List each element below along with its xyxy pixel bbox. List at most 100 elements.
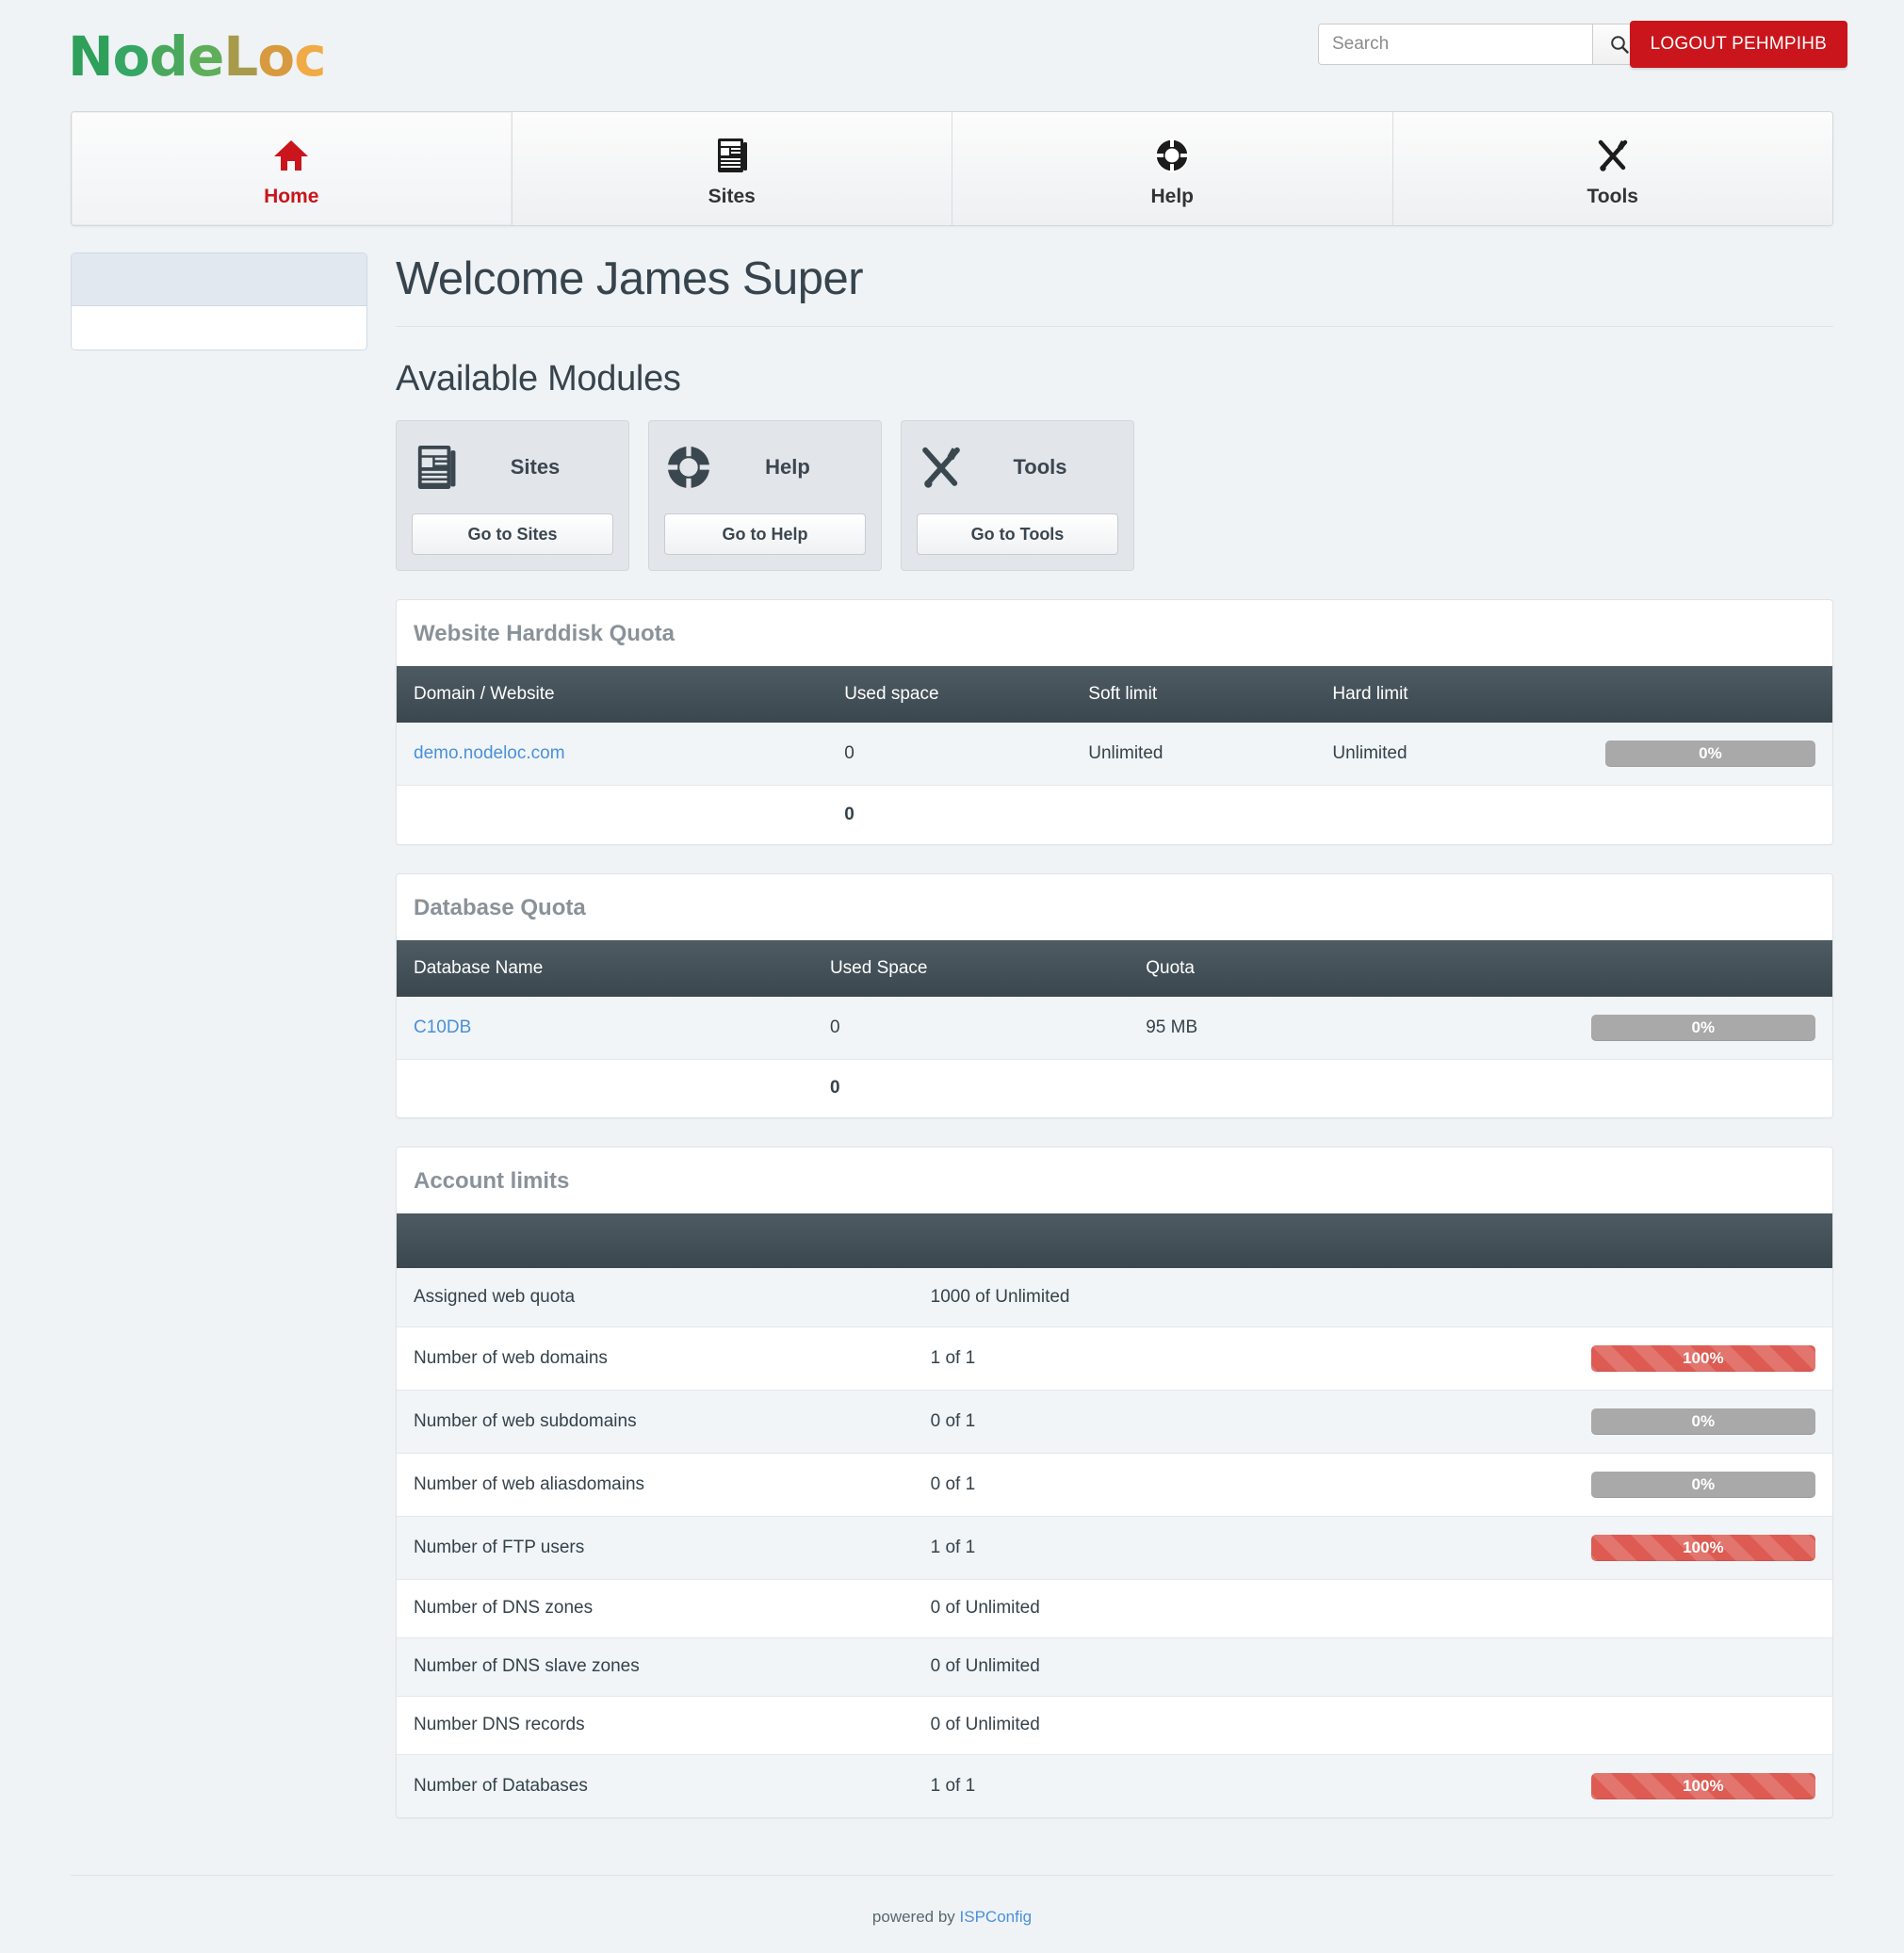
database-link[interactable]: C10DB [414,1017,471,1037]
usage-progress-label: 0% [1691,1411,1716,1430]
top-header-bar: NodeLoc LOGOUT PEHMPIHB [0,0,1904,111]
cell-limit-name: Assigned web quota [397,1268,914,1327]
cell-limit-value: 1000 of Unlimited [913,1268,1574,1327]
table-row: demo.nodeloc.com 0 Unlimited Unlimited 0… [397,723,1832,786]
tab-home[interactable]: Home [72,112,513,225]
table-header-row: Domain / Website Used space Soft limit H… [397,666,1832,723]
usage-progress-bar: 0% [1604,741,1815,767]
tab-tools[interactable]: Tools [1392,112,1832,225]
database-quota-title: Database Quota [414,894,586,920]
main-navigation-tabs: Home Sites Help Tools [71,111,1833,226]
cell-limit-name: Number of DNS slave zones [397,1637,914,1697]
logo-letter: L [223,24,258,89]
cell-total-empty-3 [1587,785,1832,844]
cell-used-space: 0 [827,723,1072,786]
column-header-limit-name [397,1213,914,1268]
ispconfig-link[interactable]: ISPConfig [960,1908,1033,1926]
module-card-header: Tools [917,438,1118,496]
usage-progress-bar: 0% [1590,1408,1815,1435]
cell-total-empty-2 [1315,785,1588,844]
go-to-help-button[interactable]: Go to Help [664,513,866,555]
module-card-sites: Sites Go to Sites [396,420,629,571]
cell-limit-value: 0 of Unlimited [913,1696,1574,1755]
go-to-sites-button[interactable]: Go to Sites [412,513,613,555]
domain-link[interactable]: demo.nodeloc.com [414,743,565,763]
module-card-help: Help Go to Help [648,420,882,571]
usage-progress-bar: 100% [1590,1534,1815,1561]
cell-limit-value: 0 of 1 [913,1390,1574,1454]
column-header-limit-value [913,1213,1574,1268]
cell-limit-bar: 100% [1573,1754,1832,1817]
usage-progress-label: 100% [1683,1538,1724,1556]
tab-help[interactable]: Help [952,112,1393,225]
account-limits-title: Account limits [414,1168,570,1194]
table-header-row [397,1213,1832,1268]
cell-usage-bar: 0% [1587,723,1832,786]
column-header-hard-limit: Hard limit [1315,666,1588,723]
tab-help-label: Help [1150,186,1194,207]
brand-logo[interactable]: NodeLoc [68,24,327,89]
table-row: Number DNS records 0 of Unlimited [397,1696,1832,1755]
usage-progress-bar: 100% [1590,1344,1815,1372]
go-to-tools-button[interactable]: Go to Tools [917,513,1118,555]
cell-total-empty-2 [1573,1059,1832,1117]
cell-total-used-space: 0 [812,1059,1130,1117]
column-header-used-space: Used Space [812,939,1130,997]
cell-limit-value: 1 of 1 [913,1754,1574,1817]
table-row: Number of FTP users 1 of 1 100% [397,1516,1832,1580]
module-card-tools: Tools Go to Tools [901,420,1134,571]
usage-progress-bar: 100% [1590,1772,1815,1799]
search-input[interactable] [1319,24,1592,64]
powered-by-text: powered by [871,1907,955,1926]
logout-button[interactable]: LOGOUT PEHMPIHB [1629,21,1847,68]
usage-progress-label: 0% [1691,1474,1716,1493]
logo-letter: d [149,24,188,89]
page-footer: powered by ISPConfig [71,1874,1833,1953]
table-row: Assigned web quota 1000 of Unlimited [397,1268,1832,1327]
cell-total-label [397,1059,813,1117]
table-row: Number of DNS slave zones 0 of Unlimited [397,1637,1832,1697]
account-limits-body: Assigned web quota 1000 of Unlimited Num… [397,1268,1832,1817]
cell-limit-value: 0 of Unlimited [913,1579,1574,1638]
logo-letter: o [257,24,295,89]
module-card-list: Sites Go to Sites Help Go to Help Tools … [396,420,1833,571]
logo-letter: c [294,24,326,89]
available-modules-heading: Available Modules [396,359,681,399]
table-row: Number of web subdomains 0 of 1 0% [397,1390,1832,1454]
table-total-row: 0 [397,785,1832,844]
account-limits-panel: Account limits Assigned web quota 1000 o… [396,1147,1833,1818]
tab-home-label: Home [264,186,319,207]
usage-progress-bar: 0% [1590,1014,1815,1041]
tab-sites[interactable]: Sites [512,112,952,225]
website-harddisk-quota-panel: Website Harddisk Quota Domain / Website … [396,599,1833,845]
website-harddisk-quota-table: Domain / Website Used space Soft limit H… [397,666,1832,844]
cell-limit-bar: 0% [1573,1453,1832,1517]
cell-limit-value: 1 of 1 [913,1326,1574,1391]
table-row: Number of web aliasdomains 0 of 1 0% [397,1453,1832,1517]
cell-limit-bar [1573,1637,1832,1697]
cell-limit-name: Number of FTP users [397,1516,914,1580]
cell-limit-value: 0 of Unlimited [913,1637,1574,1697]
cell-limit-name: Number of DNS zones [397,1579,914,1638]
lifering-icon [952,135,1392,176]
page-body: Welcome James Super Available Modules Si… [71,252,1833,1818]
column-header-domain: Domain / Website [397,666,828,723]
database-quota-table: Database Name Used Space Quota C10DB 0 9… [397,939,1832,1117]
tab-sites-label: Sites [708,186,756,207]
account-limits-table: Assigned web quota 1000 of Unlimited Num… [397,1213,1832,1817]
tools-icon [917,443,966,492]
table-header-row: Database Name Used Space Quota [397,939,1832,997]
cell-usage-bar: 0% [1573,996,1832,1060]
cell-used-space: 0 [812,996,1130,1060]
column-header-usage-bar [1587,666,1832,723]
table-row: Number of Databases 1 of 1 100% [397,1754,1832,1817]
column-header-quota: Quota [1129,939,1574,997]
module-card-header: Sites [412,438,613,496]
logo-letter: e [187,24,224,89]
table-row: Number of DNS zones 0 of Unlimited [397,1579,1832,1638]
usage-progress-bar: 0% [1590,1471,1815,1498]
column-header-used-space: Used space [827,666,1072,723]
module-card-header: Help [664,438,866,496]
module-card-title: Help [765,455,810,479]
usage-progress-label: 0% [1699,744,1722,762]
